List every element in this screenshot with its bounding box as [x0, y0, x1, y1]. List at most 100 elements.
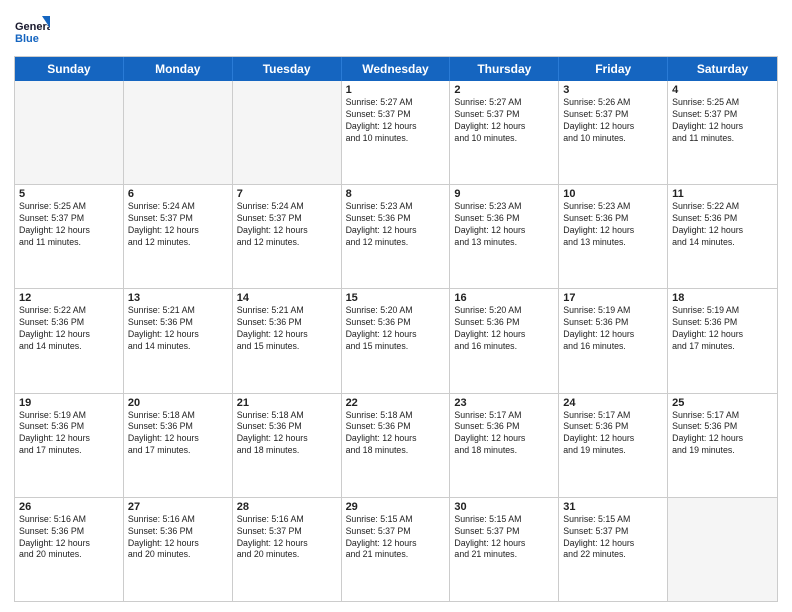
day-number: 19 — [19, 397, 119, 409]
cell-text: Sunrise: 5:22 AM Sunset: 5:36 PM Dayligh… — [19, 305, 119, 353]
cal-cell: 6Sunrise: 5:24 AM Sunset: 5:37 PM Daylig… — [124, 185, 233, 288]
weekday-header-tuesday: Tuesday — [233, 57, 342, 81]
day-number: 2 — [454, 84, 554, 96]
cal-cell: 16Sunrise: 5:20 AM Sunset: 5:36 PM Dayli… — [450, 289, 559, 392]
cal-cell: 7Sunrise: 5:24 AM Sunset: 5:37 PM Daylig… — [233, 185, 342, 288]
cell-text: Sunrise: 5:27 AM Sunset: 5:37 PM Dayligh… — [454, 97, 554, 145]
day-number: 11 — [672, 188, 773, 200]
day-number: 1 — [346, 84, 446, 96]
day-number: 20 — [128, 397, 228, 409]
day-number: 12 — [19, 292, 119, 304]
day-number: 7 — [237, 188, 337, 200]
day-number: 5 — [19, 188, 119, 200]
calendar-body: 1Sunrise: 5:27 AM Sunset: 5:37 PM Daylig… — [15, 81, 777, 601]
cal-cell: 14Sunrise: 5:21 AM Sunset: 5:36 PM Dayli… — [233, 289, 342, 392]
page: General Blue SundayMondayTuesdayWednesda… — [0, 0, 792, 612]
cal-cell: 12Sunrise: 5:22 AM Sunset: 5:36 PM Dayli… — [15, 289, 124, 392]
day-number: 3 — [563, 84, 663, 96]
cal-row-1: 5Sunrise: 5:25 AM Sunset: 5:37 PM Daylig… — [15, 185, 777, 289]
cell-text: Sunrise: 5:19 AM Sunset: 5:36 PM Dayligh… — [563, 305, 663, 353]
cell-text: Sunrise: 5:23 AM Sunset: 5:36 PM Dayligh… — [563, 201, 663, 249]
weekday-header-friday: Friday — [559, 57, 668, 81]
calendar: SundayMondayTuesdayWednesdayThursdayFrid… — [14, 56, 778, 602]
cal-cell: 18Sunrise: 5:19 AM Sunset: 5:36 PM Dayli… — [668, 289, 777, 392]
weekday-header-thursday: Thursday — [450, 57, 559, 81]
cal-cell: 19Sunrise: 5:19 AM Sunset: 5:36 PM Dayli… — [15, 394, 124, 497]
day-number: 23 — [454, 397, 554, 409]
cell-text: Sunrise: 5:19 AM Sunset: 5:36 PM Dayligh… — [672, 305, 773, 353]
cal-row-2: 12Sunrise: 5:22 AM Sunset: 5:36 PM Dayli… — [15, 289, 777, 393]
cal-cell: 24Sunrise: 5:17 AM Sunset: 5:36 PM Dayli… — [559, 394, 668, 497]
cal-cell: 29Sunrise: 5:15 AM Sunset: 5:37 PM Dayli… — [342, 498, 451, 601]
logo-svg: General Blue — [14, 14, 50, 50]
cell-text: Sunrise: 5:19 AM Sunset: 5:36 PM Dayligh… — [19, 410, 119, 458]
day-number: 17 — [563, 292, 663, 304]
cal-cell: 10Sunrise: 5:23 AM Sunset: 5:36 PM Dayli… — [559, 185, 668, 288]
cal-cell: 28Sunrise: 5:16 AM Sunset: 5:37 PM Dayli… — [233, 498, 342, 601]
cal-cell: 2Sunrise: 5:27 AM Sunset: 5:37 PM Daylig… — [450, 81, 559, 184]
cal-cell: 5Sunrise: 5:25 AM Sunset: 5:37 PM Daylig… — [15, 185, 124, 288]
cell-text: Sunrise: 5:15 AM Sunset: 5:37 PM Dayligh… — [563, 514, 663, 562]
cell-text: Sunrise: 5:24 AM Sunset: 5:37 PM Dayligh… — [237, 201, 337, 249]
cal-cell: 9Sunrise: 5:23 AM Sunset: 5:36 PM Daylig… — [450, 185, 559, 288]
day-number: 25 — [672, 397, 773, 409]
day-number: 31 — [563, 501, 663, 513]
day-number: 4 — [672, 84, 773, 96]
cell-text: Sunrise: 5:17 AM Sunset: 5:36 PM Dayligh… — [672, 410, 773, 458]
cal-cell: 3Sunrise: 5:26 AM Sunset: 5:37 PM Daylig… — [559, 81, 668, 184]
cell-text: Sunrise: 5:26 AM Sunset: 5:37 PM Dayligh… — [563, 97, 663, 145]
day-number: 10 — [563, 188, 663, 200]
weekday-header-sunday: Sunday — [15, 57, 124, 81]
cal-cell: 4Sunrise: 5:25 AM Sunset: 5:37 PM Daylig… — [668, 81, 777, 184]
cal-cell: 8Sunrise: 5:23 AM Sunset: 5:36 PM Daylig… — [342, 185, 451, 288]
svg-text:Blue: Blue — [15, 33, 39, 45]
cell-text: Sunrise: 5:18 AM Sunset: 5:36 PM Dayligh… — [237, 410, 337, 458]
day-number: 26 — [19, 501, 119, 513]
weekday-header-wednesday: Wednesday — [342, 57, 451, 81]
cal-cell: 17Sunrise: 5:19 AM Sunset: 5:36 PM Dayli… — [559, 289, 668, 392]
cal-cell: 23Sunrise: 5:17 AM Sunset: 5:36 PM Dayli… — [450, 394, 559, 497]
cell-text: Sunrise: 5:21 AM Sunset: 5:36 PM Dayligh… — [128, 305, 228, 353]
day-number: 6 — [128, 188, 228, 200]
cell-text: Sunrise: 5:25 AM Sunset: 5:37 PM Dayligh… — [19, 201, 119, 249]
cal-cell: 22Sunrise: 5:18 AM Sunset: 5:36 PM Dayli… — [342, 394, 451, 497]
cell-text: Sunrise: 5:23 AM Sunset: 5:36 PM Dayligh… — [346, 201, 446, 249]
weekday-header-monday: Monday — [124, 57, 233, 81]
cal-cell: 30Sunrise: 5:15 AM Sunset: 5:37 PM Dayli… — [450, 498, 559, 601]
cal-row-4: 26 Sunrise: 5:16 AM Sunset: 5:36 PM Dayli… — [15, 498, 777, 601]
cell-text: Sunrise: 5:16 AM Sunset: 5:36 PM Dayligh… — [128, 514, 228, 562]
svg-text:General: General — [15, 21, 50, 33]
day-number: 16 — [454, 292, 554, 304]
cal-cell: 31Sunrise: 5:15 AM Sunset: 5:37 PM Dayli… — [559, 498, 668, 601]
day-number: 18 — [672, 292, 773, 304]
cell-text: Sunrise: 5:27 AM Sunset: 5:37 PM Dayligh… — [346, 97, 446, 145]
day-number: 22 — [346, 397, 446, 409]
cell-text: Sunrise: 5:16 AM Sunset: 5:37 PM Dayligh… — [237, 514, 337, 562]
cell-text: Sunrise: 5:15 AM Sunset: 5:37 PM Dayligh… — [454, 514, 554, 562]
day-number: 27 — [128, 501, 228, 513]
cal-cell: 26Sunrise: 5:16 AM Sunset: 5:36 PM Dayli… — [15, 498, 124, 601]
cal-row-0: 1Sunrise: 5:27 AM Sunset: 5:37 PM Daylig… — [15, 81, 777, 185]
cell-text: Sunrise: 5:17 AM Sunset: 5:36 PM Dayligh… — [454, 410, 554, 458]
cal-cell: 27Sunrise: 5:16 AM Sunset: 5:36 PM Dayli… — [124, 498, 233, 601]
weekday-header-saturday: Saturday — [668, 57, 777, 81]
logo: General Blue — [14, 14, 50, 50]
cell-text: Sunrise: 5:24 AM Sunset: 5:37 PM Dayligh… — [128, 201, 228, 249]
cell-text: Sunrise: 5:20 AM Sunset: 5:36 PM Dayligh… — [454, 305, 554, 353]
cal-cell: 21Sunrise: 5:18 AM Sunset: 5:36 PM Dayli… — [233, 394, 342, 497]
cal-cell — [124, 81, 233, 184]
day-number: 29 — [346, 501, 446, 513]
cell-text: Sunrise: 5:15 AM Sunset: 5:37 PM Dayligh… — [346, 514, 446, 562]
cell-text: Sunrise: 5:25 AM Sunset: 5:37 PM Dayligh… — [672, 97, 773, 145]
cal-cell — [668, 498, 777, 601]
cal-cell: 1Sunrise: 5:27 AM Sunset: 5:37 PM Daylig… — [342, 81, 451, 184]
day-number: 21 — [237, 397, 337, 409]
day-number: 14 — [237, 292, 337, 304]
day-number: 24 — [563, 397, 663, 409]
day-number: 15 — [346, 292, 446, 304]
calendar-header: SundayMondayTuesdayWednesdayThursdayFrid… — [15, 57, 777, 81]
cell-text: Sunrise: 5:18 AM Sunset: 5:36 PM Dayligh… — [346, 410, 446, 458]
cell-text: Sunrise: 5:17 AM Sunset: 5:36 PM Dayligh… — [563, 410, 663, 458]
cell-text: Sunrise: 5:22 AM Sunset: 5:36 PM Dayligh… — [672, 201, 773, 249]
cal-cell — [15, 81, 124, 184]
